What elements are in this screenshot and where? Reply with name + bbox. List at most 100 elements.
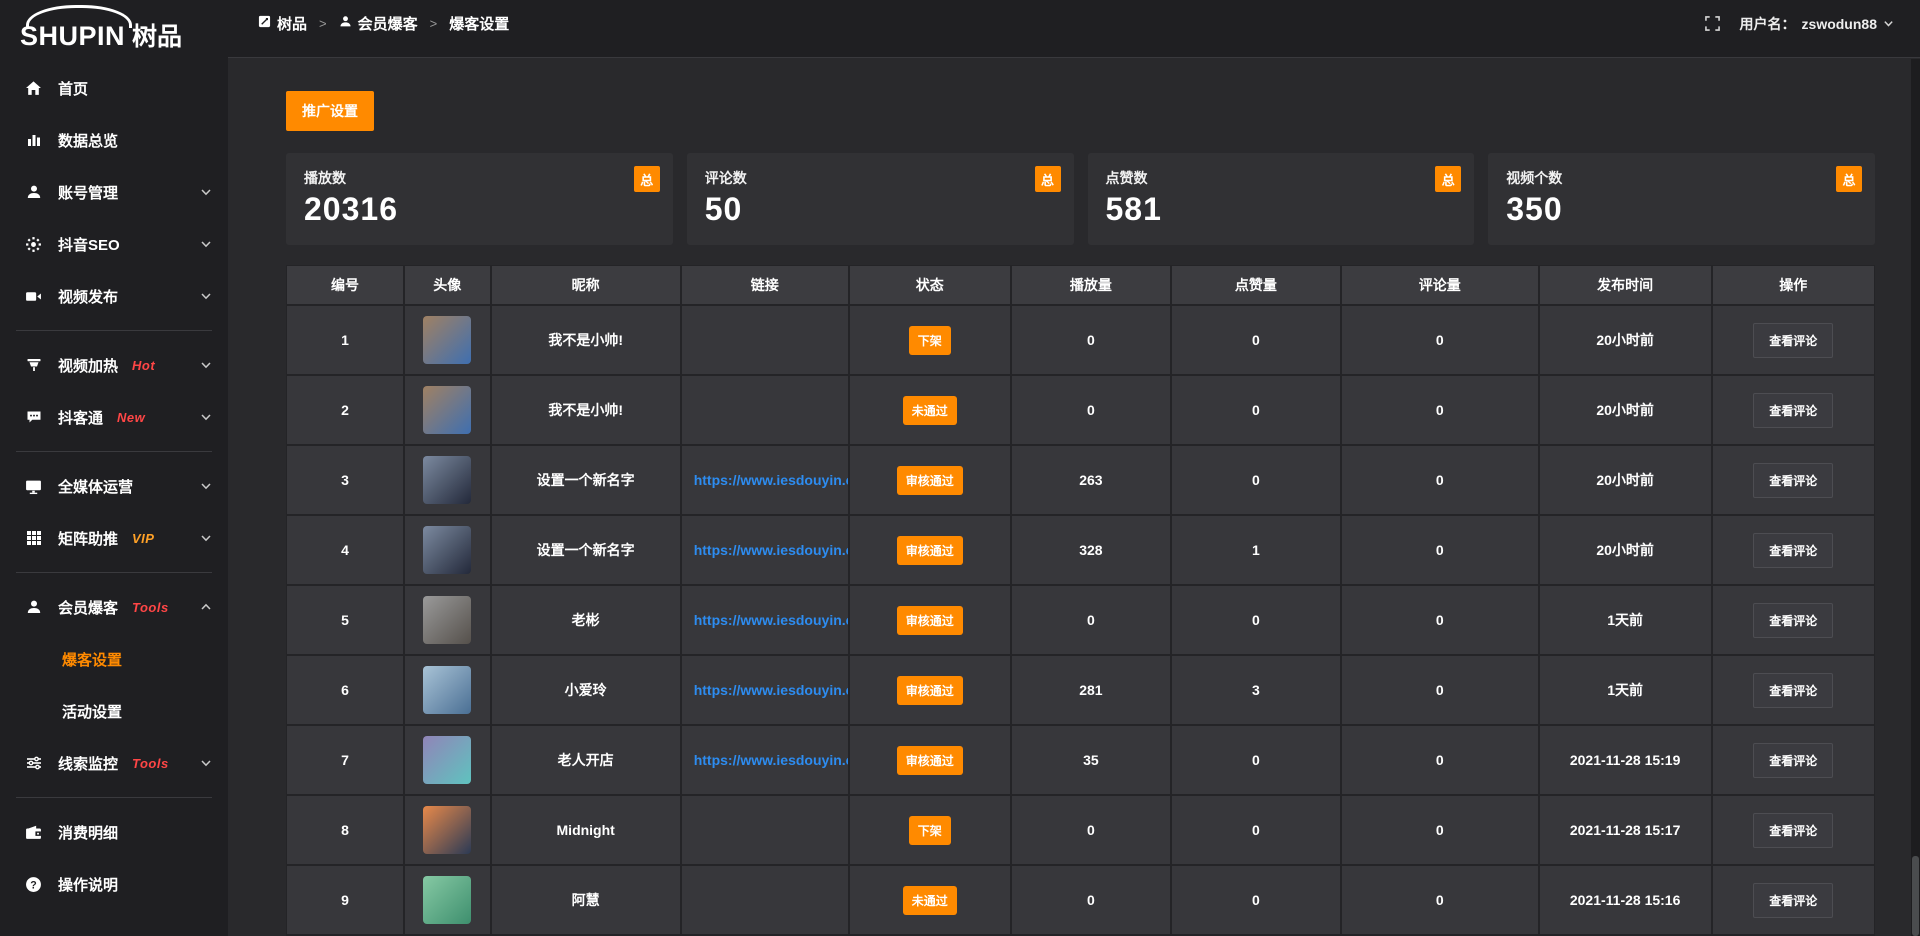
cell-plays: 0 bbox=[1012, 586, 1170, 654]
breadcrumb-separator: > bbox=[430, 16, 438, 31]
cell-plays: 328 bbox=[1012, 516, 1170, 584]
cell-avatar bbox=[405, 796, 490, 864]
column-header-status: 状态 bbox=[850, 266, 1010, 304]
projector-icon bbox=[24, 357, 43, 373]
view-comments-button[interactable]: 查看评论 bbox=[1753, 533, 1833, 568]
breadcrumb-separator: > bbox=[319, 16, 327, 31]
cell-action: 查看评论 bbox=[1713, 516, 1874, 584]
cell-id: 6 bbox=[287, 656, 403, 724]
cell-nickname: 老人开店 bbox=[492, 726, 680, 794]
view-comments-button[interactable]: 查看评论 bbox=[1753, 323, 1833, 358]
sidebar-item-video-publish[interactable]: 视频发布 bbox=[0, 270, 228, 322]
sidebar-item-home[interactable]: 首页 bbox=[0, 62, 228, 114]
breadcrumb-item[interactable]: 会员爆客 bbox=[339, 13, 418, 34]
scrollbar[interactable] bbox=[1911, 59, 1920, 936]
username-menu[interactable]: 用户名：zswodun88 bbox=[1740, 14, 1894, 34]
view-comments-button[interactable]: 查看评论 bbox=[1753, 883, 1833, 918]
cell-time: 2021-11-28 15:19 bbox=[1540, 726, 1711, 794]
sidebar-item-douyin-seo[interactable]: 抖音SEO bbox=[0, 218, 228, 270]
cell-time: 1天前 bbox=[1540, 656, 1711, 724]
sidebar-item-video-heat[interactable]: 视频加热Hot bbox=[0, 339, 228, 391]
cell-comments: 0 bbox=[1342, 516, 1538, 584]
cell-id: 3 bbox=[287, 446, 403, 514]
sidebar-subitem-baoke-settings[interactable]: 爆客设置 bbox=[0, 633, 228, 685]
sidebar-item-data-overview[interactable]: 数据总览 bbox=[0, 114, 228, 166]
video-link[interactable]: https://www.iesdouyin.c bbox=[694, 542, 848, 558]
video-link[interactable]: https://www.iesdouyin.c bbox=[694, 472, 848, 488]
video-link[interactable]: https://www.iesdouyin.c bbox=[694, 682, 848, 698]
view-comments-button[interactable]: 查看评论 bbox=[1753, 673, 1833, 708]
column-header-plays: 播放量 bbox=[1012, 266, 1170, 304]
logo-brand-cn: 树品 bbox=[132, 25, 182, 50]
sliders-icon bbox=[24, 755, 43, 771]
cell-link: https://www.iesdouyin.c bbox=[682, 516, 848, 584]
view-comments-button[interactable]: 查看评论 bbox=[1753, 603, 1833, 638]
view-comments-button[interactable]: 查看评论 bbox=[1753, 463, 1833, 498]
stat-label: 播放数 bbox=[304, 168, 655, 188]
sidebar-item-account-management[interactable]: 账号管理 bbox=[0, 166, 228, 218]
cell-link bbox=[682, 306, 848, 374]
sidebar-divider bbox=[16, 572, 212, 573]
video-link[interactable]: https://www.iesdouyin.c bbox=[694, 752, 848, 768]
stat-card: 播放数20316总 bbox=[286, 153, 673, 245]
sidebar-item-badge: Tools bbox=[132, 756, 169, 771]
cell-avatar bbox=[405, 866, 490, 934]
column-header-comments: 评论量 bbox=[1342, 266, 1538, 304]
cell-avatar bbox=[405, 586, 490, 654]
cell-status: 审核通过 bbox=[850, 726, 1010, 794]
sidebar-item-member-baoke[interactable]: 会员爆客Tools bbox=[0, 581, 228, 633]
avatar bbox=[423, 806, 471, 854]
view-comments-button[interactable]: 查看评论 bbox=[1753, 743, 1833, 778]
stat-total-badge: 总 bbox=[1836, 166, 1862, 192]
breadcrumb-item[interactable]: 爆客设置 bbox=[449, 13, 509, 34]
gear-icon bbox=[24, 236, 43, 253]
column-header-action: 操作 bbox=[1713, 266, 1874, 304]
cell-avatar bbox=[405, 376, 490, 444]
cell-action: 查看评论 bbox=[1713, 586, 1874, 654]
video-link[interactable]: https://www.iesdouyin.c bbox=[694, 612, 848, 628]
cell-avatar bbox=[405, 726, 490, 794]
sidebar-item-clue-monitor[interactable]: 线索监控Tools bbox=[0, 737, 228, 789]
stat-total-badge: 总 bbox=[1435, 166, 1461, 192]
cell-action: 查看评论 bbox=[1713, 306, 1874, 374]
stat-card: 评论数50总 bbox=[687, 153, 1074, 245]
sidebar-item-label: 会员爆客 bbox=[58, 597, 118, 618]
cell-avatar bbox=[405, 306, 490, 374]
view-comments-button[interactable]: 查看评论 bbox=[1753, 813, 1833, 848]
monitor-icon bbox=[24, 478, 43, 495]
cell-link bbox=[682, 796, 848, 864]
cell-action: 查看评论 bbox=[1713, 796, 1874, 864]
stat-value: 20316 bbox=[304, 191, 655, 228]
scrollbar-thumb[interactable] bbox=[1912, 856, 1919, 936]
avatar bbox=[423, 526, 471, 574]
sidebar-item-label: 操作说明 bbox=[58, 874, 118, 895]
sidebar-item-operation-guide[interactable]: ?操作说明 bbox=[0, 858, 228, 910]
username-prefix: 用户名： bbox=[1740, 14, 1796, 34]
cell-status: 审核通过 bbox=[850, 516, 1010, 584]
column-header-id: 编号 bbox=[287, 266, 403, 304]
sidebar-divider bbox=[16, 451, 212, 452]
promo-settings-button[interactable]: 推广设置 bbox=[286, 91, 374, 131]
cell-time: 1天前 bbox=[1540, 586, 1711, 654]
sidebar-item-badge: VIP bbox=[132, 531, 154, 546]
breadcrumb-item[interactable]: 树品 bbox=[258, 13, 307, 34]
sidebar-item-omni-media[interactable]: 全媒体运营 bbox=[0, 460, 228, 512]
column-header-nickname: 昵称 bbox=[492, 266, 680, 304]
chevron-down-icon bbox=[200, 480, 212, 492]
status-badge: 下架 bbox=[909, 816, 951, 845]
sidebar-item-matrix-boost[interactable]: 矩阵助推VIP bbox=[0, 512, 228, 564]
avatar bbox=[423, 736, 471, 784]
view-comments-button[interactable]: 查看评论 bbox=[1753, 393, 1833, 428]
sidebar-nav: 首页数据总览账号管理抖音SEO 视频发布视频加热Hot抖客通New 全媒体运营矩阵助… bbox=[0, 54, 228, 910]
user-icon bbox=[24, 599, 43, 615]
sidebar-item-label: 抖音SEO bbox=[58, 234, 120, 255]
chevron-up-icon bbox=[200, 601, 212, 613]
sidebar-item-label: 数据总览 bbox=[58, 130, 118, 151]
sidebar-subitem-activity-settings[interactable]: 活动设置 bbox=[0, 685, 228, 737]
fullscreen-icon[interactable] bbox=[1705, 16, 1720, 31]
cell-comments: 0 bbox=[1342, 726, 1538, 794]
topbar: 树品 > 会员爆客 > 爆客设置 用户名：zswodun88 bbox=[228, 0, 1920, 58]
sidebar-item-consumption-detail[interactable]: 消费明细 bbox=[0, 806, 228, 858]
sidebar-item-douketong[interactable]: 抖客通New bbox=[0, 391, 228, 443]
cell-plays: 263 bbox=[1012, 446, 1170, 514]
